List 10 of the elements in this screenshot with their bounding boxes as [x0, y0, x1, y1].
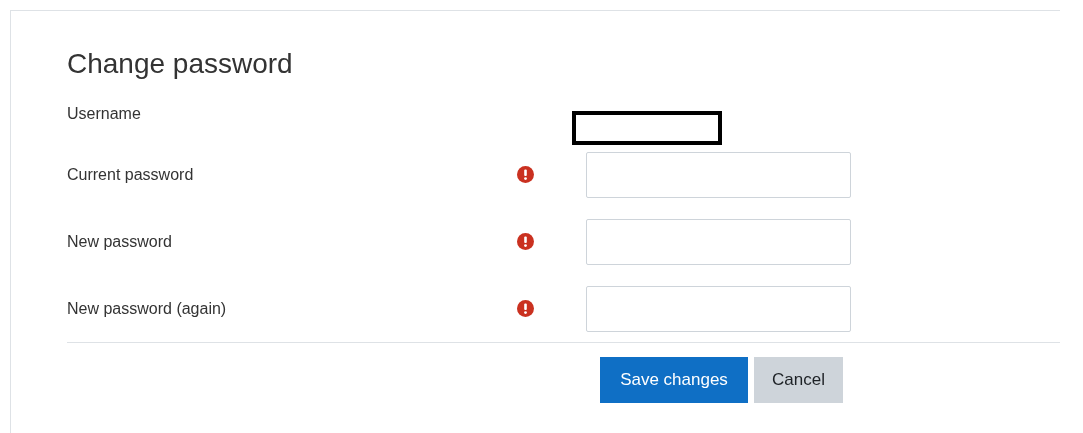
save-button[interactable]: Save changes [600, 357, 748, 403]
field-label: Username [67, 104, 142, 123]
cancel-button[interactable]: Cancel [754, 357, 843, 403]
password-field[interactable] [586, 151, 851, 198]
field-label: New password [67, 232, 173, 251]
password-field[interactable] [586, 218, 851, 265]
field-label: Current password [67, 165, 195, 184]
password-field[interactable] [586, 285, 851, 332]
page-title: Change password [67, 47, 294, 81]
field-label: New password (again) [67, 299, 228, 318]
